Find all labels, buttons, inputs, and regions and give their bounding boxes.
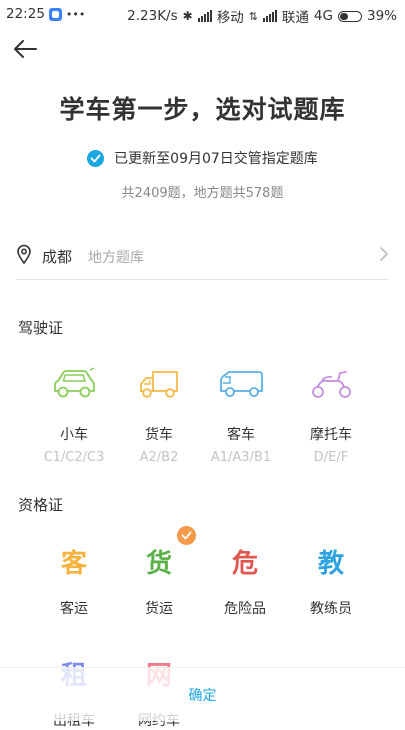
- hazardous-goods-icon: 危: [231, 549, 258, 579]
- back-button[interactable]: [12, 38, 42, 64]
- license-option-car[interactable]: 小车 C1/C2/C3: [29, 362, 119, 465]
- location-pin-icon: [17, 244, 31, 264]
- status-bar: 22:25 ••• 2.23K/s ✱ 移动 ⇅ 联通 4G 39%: [0, 0, 405, 30]
- status-time: 22:25: [6, 6, 45, 22]
- license-classes: C1/C2/C3: [43, 450, 105, 465]
- carrier-2: 联通: [281, 10, 309, 26]
- license-label: 摩托车: [310, 427, 352, 443]
- network-type: 4G: [313, 8, 333, 24]
- network-speed: 2.23K/s: [127, 8, 178, 24]
- carrier-1: 移动: [216, 10, 244, 26]
- signal-icon-1: [197, 10, 212, 22]
- check-icon: [87, 149, 105, 167]
- city-name: 成都: [42, 248, 73, 266]
- passenger-transport-icon: 客: [60, 549, 87, 579]
- chevron-right-icon: [380, 247, 388, 261]
- bus-icon: [220, 371, 263, 397]
- qualification-label: 危险品: [224, 601, 266, 617]
- local-question-bank-label: 地方题库: [88, 250, 144, 266]
- license-option-motorcycle[interactable]: 摩托车 D/E/F: [286, 362, 376, 465]
- license-classes: D/E/F: [313, 450, 349, 465]
- freight-transport-icon: 货: [145, 549, 172, 579]
- bluetooth-icon: ✱: [182, 9, 193, 23]
- qualification-label: 货运: [145, 601, 173, 617]
- license-label: 客车: [227, 427, 255, 443]
- qualification-option-freight[interactable]: 货 货运: [114, 542, 204, 618]
- question-counts: 共2409题，地方题共578题: [121, 186, 284, 201]
- qualification-section-heading: 资格证: [18, 496, 64, 514]
- notification-dots: •••: [65, 7, 86, 21]
- license-section-heading: 驾驶证: [18, 319, 64, 337]
- location-selector[interactable]: 成都 地方题库: [16, 236, 389, 280]
- license-option-bus[interactable]: 客车 A1/A3/B1: [196, 362, 286, 465]
- license-classes: A2/B2: [139, 450, 179, 465]
- qualification-label: 客运: [60, 601, 88, 617]
- instructor-icon: 教: [317, 549, 344, 579]
- qualification-option-passenger[interactable]: 客 客运: [29, 542, 119, 618]
- update-notice: 已更新至09月07日交管指定题库: [0, 148, 405, 168]
- license-option-truck[interactable]: 货车 A2/B2: [114, 362, 204, 465]
- battery-icon: [337, 10, 362, 22]
- truck-icon: [140, 371, 178, 398]
- license-label: 小车: [60, 427, 88, 443]
- confirm-button[interactable]: 确定: [0, 667, 405, 721]
- update-text: 已更新至09月07日交管指定题库: [114, 151, 318, 167]
- battery-percent: 39%: [366, 8, 397, 24]
- data-transfer-icon: ⇅: [248, 9, 258, 23]
- arrow-left-icon: [14, 40, 37, 58]
- selected-check-icon: [177, 526, 196, 545]
- motorcycle-icon: [312, 371, 351, 398]
- app-notification-icon: [48, 7, 62, 21]
- signal-icon-2: [262, 10, 277, 22]
- license-classes: A1/A3/B1: [210, 450, 272, 465]
- qualification-option-hazmat[interactable]: 危 危险品: [200, 542, 290, 618]
- qualification-label: 教练员: [310, 601, 352, 617]
- car-icon: [54, 367, 95, 398]
- qualification-option-instructor[interactable]: 教 教练员: [286, 542, 376, 618]
- page-title: 学车第一步，选对试题库: [59, 95, 346, 124]
- license-label: 货车: [145, 427, 173, 443]
